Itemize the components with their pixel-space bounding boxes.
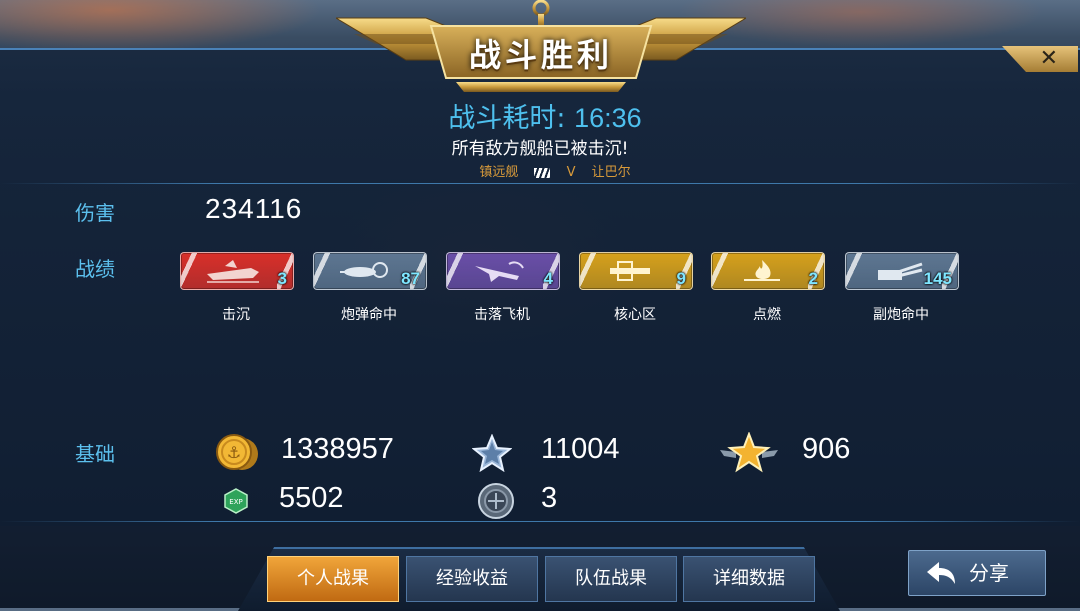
battle-time-value: 16:36: [574, 103, 642, 133]
badge-caption: 点燃: [753, 307, 781, 323]
badge-caption: 击沉: [222, 307, 250, 323]
battle-time: 战斗耗时: 16:36: [0, 96, 1080, 135]
share-button[interactable]: 分享: [908, 550, 1046, 596]
share-label: 分享: [969, 561, 1009, 585]
record-badge: 2: [711, 252, 825, 290]
gold-value: 1338957: [281, 433, 394, 465]
badge-stripe: [846, 253, 862, 289]
share-arrow-icon: [927, 562, 955, 584]
silver-star-icon: [472, 434, 512, 472]
versus-label: V: [566, 165, 576, 180]
battle-message: 所有敌方舰船已被击沉!: [451, 139, 629, 159]
victory-banner: 战斗胜利: [336, 0, 746, 96]
close-icon[interactable]: ✕: [1040, 46, 1058, 72]
record-badge: 9: [579, 252, 693, 290]
close-button[interactable]: ✕: [1002, 46, 1078, 72]
badge-stripe: [580, 253, 596, 289]
matchup: 镇远舰 V 让巴尔: [0, 161, 1080, 180]
own-ship-name: 镇远舰: [479, 165, 519, 180]
tab-details[interactable]: 详细数据: [683, 556, 815, 602]
record-label: 战绩: [75, 257, 115, 281]
damage-label: 伤害: [75, 201, 115, 225]
badge-caption: 击落飞机: [474, 307, 530, 323]
versus-slash-icon: [534, 167, 551, 178]
badge-caption: 副炮命中: [873, 307, 929, 323]
medal-value: 3: [541, 482, 558, 514]
badge-stripe: [314, 253, 330, 289]
badge-caption: 炮弹命中: [341, 307, 397, 323]
medal-icon: [478, 483, 514, 519]
gold-coin-icon: ⚓: [216, 434, 258, 470]
record-badge: 145: [845, 252, 959, 290]
svg-text:⚓: ⚓: [227, 443, 241, 462]
badge-count: 145: [923, 269, 952, 288]
enemy-ship-name: 让巴尔: [591, 165, 631, 180]
tab-team[interactable]: 队伍战果: [545, 556, 677, 602]
star-value: 11004: [541, 433, 620, 465]
badge-caption: 核心区: [614, 307, 656, 323]
record-badge: 87: [313, 252, 427, 290]
tab-personal[interactable]: 个人战果: [267, 556, 399, 602]
victory-title: 战斗胜利: [468, 36, 613, 74]
badge-count: 4: [543, 269, 553, 288]
badge-count: 2: [808, 269, 818, 288]
badge-stripe: [712, 253, 728, 289]
battle-time-label: 战斗耗时:: [448, 103, 566, 134]
damage-value: 234116: [205, 193, 303, 224]
tab-exp[interactable]: 经验收益: [406, 556, 538, 602]
divider: [0, 521, 1080, 522]
svg-text:EXP: EXP: [229, 498, 242, 506]
badge-count: 87: [401, 269, 420, 288]
badge-count: 9: [676, 269, 686, 288]
exp-icon: EXP: [224, 488, 248, 514]
badge-stripe: [181, 253, 197, 289]
record-badge: 3: [180, 252, 294, 290]
badge-stripe: [447, 253, 463, 289]
rank-star-value: 906: [802, 433, 851, 465]
divider: [0, 183, 1080, 184]
base-label: 基础: [75, 442, 115, 466]
exp-value: 5502: [279, 482, 344, 514]
rank-star-icon: [720, 432, 778, 473]
record-badge: 4: [446, 252, 560, 290]
badge-count: 3: [277, 269, 287, 288]
